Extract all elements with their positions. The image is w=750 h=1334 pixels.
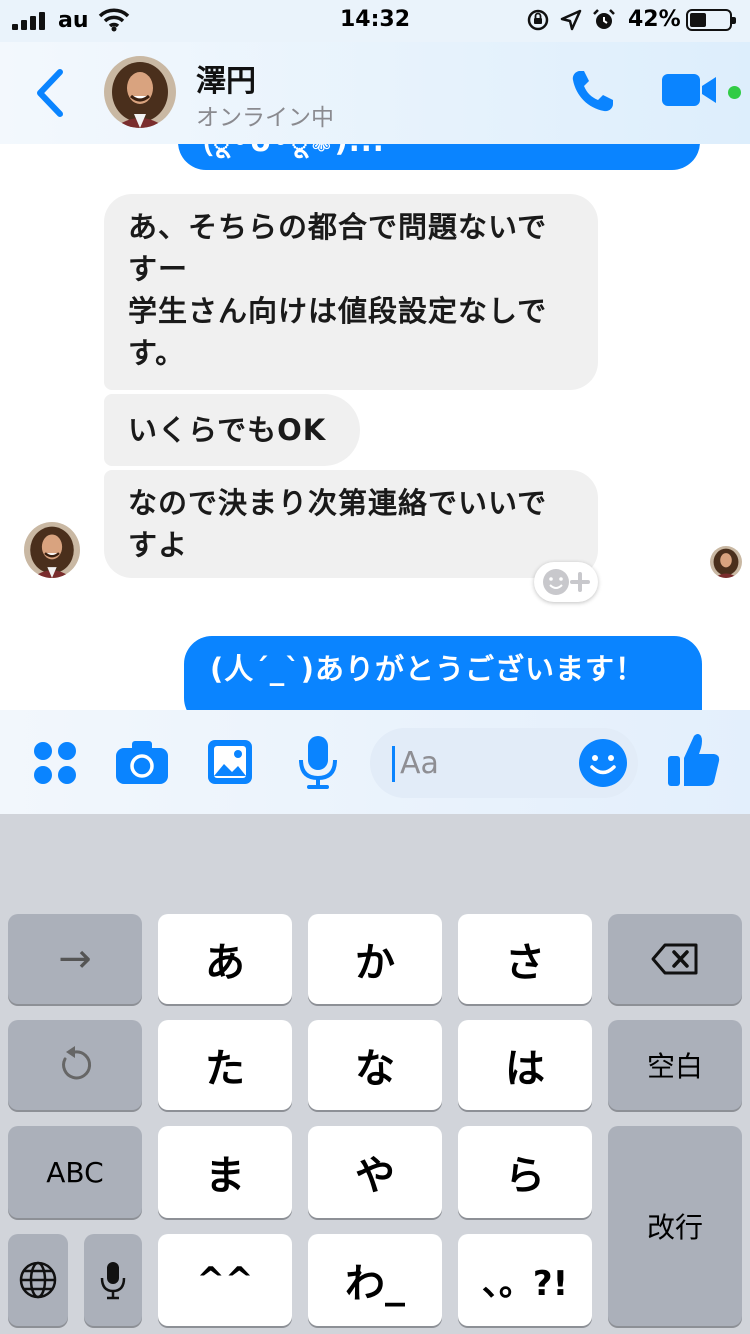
phone-icon[interactable] [568,66,618,116]
message-input[interactable]: Aa [370,728,638,798]
undo-icon [62,1046,92,1080]
key-ra[interactable]: ら [458,1126,592,1218]
key-sa[interactable]: さ [458,914,592,1004]
key-label: ま [205,1153,245,1199]
key-label: な [355,1046,395,1092]
thumbs-up-icon[interactable] [666,730,722,790]
message-bubble-outgoing[interactable]: (人´_`)ありがとうございます！ [184,636,702,710]
add-reaction-button[interactable] [534,562,598,602]
status-icons [526,8,616,32]
microphone-icon [100,1262,126,1300]
message-text: いくらでもOK [128,413,327,447]
conversation-header: 澤円 オンライン中 [0,42,750,144]
key-label: ^^ [196,1260,254,1300]
add-reaction-icon [543,569,590,595]
key-label: 、。?! [481,1263,569,1304]
message-line: す。 [128,336,186,370]
message-text: (ू•ᴗ•ू❁)... [204,144,385,158]
arrow-label: → [58,936,92,982]
abc-key[interactable]: ABC [8,1126,142,1218]
sender-avatar[interactable] [24,522,80,578]
message-composer: Aa [0,710,750,814]
text-caret [392,746,395,782]
location-icon [560,9,582,31]
key-ya[interactable]: や [308,1126,442,1218]
key-ma[interactable]: ま [158,1126,292,1218]
key-ta[interactable]: た [158,1020,292,1110]
key-wa[interactable]: わ_ [308,1234,442,1326]
key-label: わ_ [345,1261,405,1307]
key-face[interactable]: ^^ [158,1234,292,1326]
backspace-key[interactable] [608,914,742,1004]
key-ka[interactable]: か [308,914,442,1004]
japanese-keyboard: → あ か さ た な は 空白 ABC ま や ら 改行 ^^ わ_ 、。?! [0,814,750,1334]
back-chevron-icon[interactable] [32,68,68,118]
message-bubble-incoming[interactable]: なので決まり次第連絡でいいで すよ [104,470,598,578]
message-bubble-incoming[interactable]: あ、そちらの都合で問題ないで すー 学生さん向けは値段設定なしで す。 [104,194,598,390]
enter-label: 改行 [646,1211,703,1244]
abc-label: ABC [46,1155,104,1189]
battery-percentage: 42% [628,7,681,32]
globe-key[interactable] [8,1234,68,1326]
space-label: 空白 [646,1050,703,1083]
video-camera-icon[interactable] [660,70,720,110]
battery-icon [686,9,736,31]
arrow-key[interactable]: → [8,914,142,1004]
message-line: あ、そちらの都合で問題ないで [128,210,548,244]
contact-status: オンライン中 [196,105,334,131]
dictation-key[interactable] [84,1234,142,1326]
message-line: すよ [128,528,189,562]
message-bubble-incoming[interactable]: いくらでもOK [104,394,360,466]
key-label: ら [505,1153,545,1199]
emoji-icon[interactable] [578,738,628,788]
contact-name[interactable]: 澤円 [196,56,256,100]
undo-key[interactable] [8,1020,142,1110]
key-label: た [205,1046,245,1092]
key-a[interactable]: あ [158,914,292,1004]
read-receipt-avatar [710,546,742,578]
camera-icon[interactable] [114,738,170,786]
key-label: や [355,1153,395,1199]
space-key[interactable]: 空白 [608,1020,742,1110]
message-input-placeholder: Aa [400,746,439,781]
key-label: は [505,1046,545,1092]
alarm-icon [593,9,615,29]
contact-avatar[interactable] [104,56,176,128]
key-na[interactable]: な [308,1020,442,1110]
microphone-icon[interactable] [296,734,340,790]
globe-icon [19,1261,57,1299]
message-line: すー [128,252,189,286]
key-label: か [355,940,395,986]
chat-area[interactable]: (ू•ᴗ•ू❁)... あ、そちらの都合で問題ないで すー 学生さん向けは値段設… [0,144,750,710]
enter-key[interactable]: 改行 [608,1126,742,1326]
key-ha[interactable]: は [458,1020,592,1110]
message-line: なので決まり次第連絡でいいで [128,486,548,520]
apps-grid-icon[interactable] [32,740,78,786]
key-label: さ [505,940,545,986]
message-text: (人´_`)ありがとうございます！ [210,652,646,686]
orientation-lock-icon [527,9,549,31]
backspace-icon [651,943,698,975]
message-line: 学生さん向けは値段設定なしで [128,294,548,328]
gallery-icon[interactable] [206,738,254,786]
message-bubble-outgoing[interactable]: (ू•ᴗ•ू❁)... [178,144,700,170]
online-indicator [728,86,741,99]
status-bar: au 14:32 42% [0,0,750,42]
key-label: あ [205,940,245,986]
key-punctuation[interactable]: 、。?! [458,1234,592,1326]
